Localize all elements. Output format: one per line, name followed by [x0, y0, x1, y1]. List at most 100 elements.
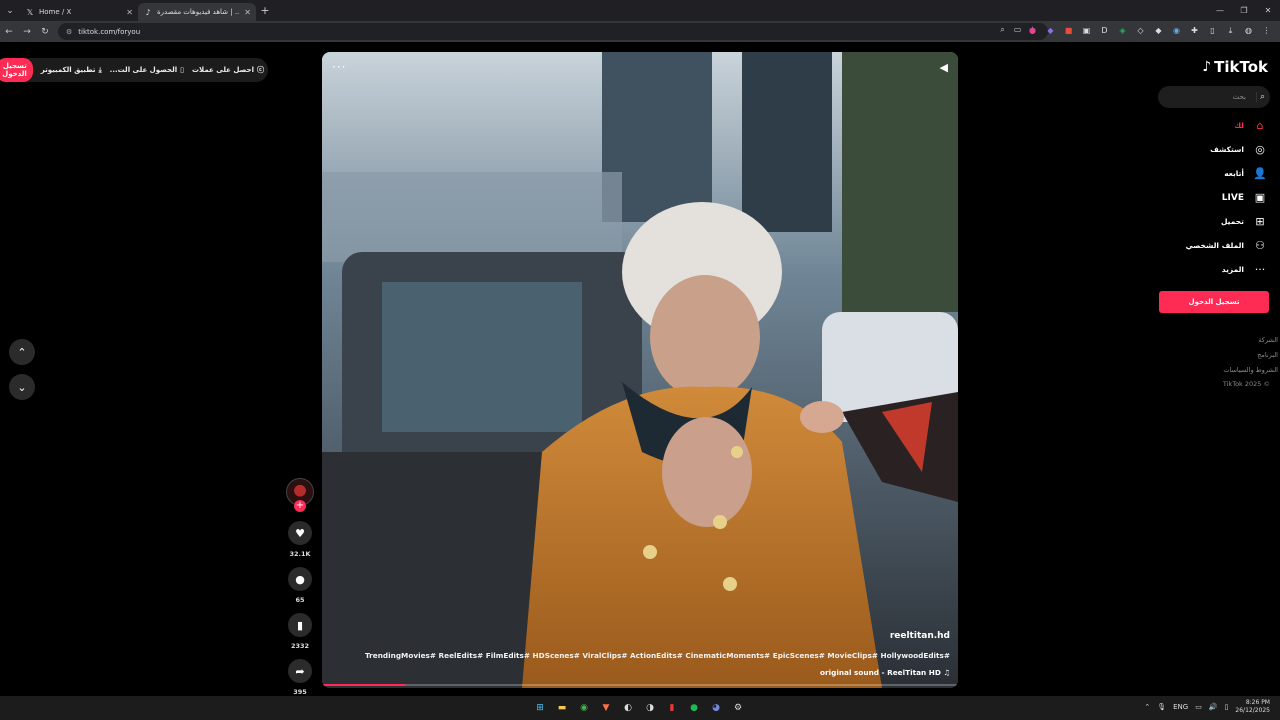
- desktop-app-label: تطبيق الكمبيوتر: [40, 66, 96, 74]
- site-info-icon[interactable]: ⚙: [66, 28, 72, 36]
- extension-icon[interactable]: ◈: [1115, 23, 1130, 38]
- video-more-icon[interactable]: ···: [332, 60, 346, 74]
- desktop-app-link[interactable]: ⤓ تطبيق الكمبيوتر: [41, 66, 102, 75]
- new-tab-button[interactable]: +: [256, 4, 274, 17]
- volume-tray-icon[interactable]: 🔊: [1209, 703, 1218, 711]
- video-sound[interactable]: original sound - ReelTitan HD ♫: [820, 668, 950, 677]
- settings-icon[interactable]: ⚙: [730, 700, 746, 716]
- brave-icon[interactable]: ▼: [598, 700, 614, 716]
- extension-icon[interactable]: ◉: [1169, 23, 1184, 38]
- extension-icon[interactable]: ◆: [1151, 23, 1166, 38]
- sidebar-item-label: LIVE: [1221, 192, 1244, 203]
- get-pc-app-link[interactable]: ▯ الحصول على الت...: [110, 66, 184, 74]
- live-icon: ▣: [1254, 191, 1266, 204]
- profile-avatar-icon[interactable]: ◍: [1241, 23, 1256, 38]
- sidebar-item-more[interactable]: ··· المزيد: [1222, 263, 1268, 276]
- extension-icon[interactable]: D: [1097, 23, 1112, 38]
- sidebar-item-label: المزيد: [1221, 265, 1244, 274]
- forward-icon[interactable]: →: [18, 27, 36, 37]
- spotify-icon[interactable]: ●: [686, 700, 702, 716]
- profile-icon: ⚇: [1255, 239, 1265, 252]
- get-pc-label: الحصول على الت...: [109, 66, 178, 74]
- home-icon: ⌂: [1256, 119, 1264, 132]
- close-icon[interactable]: ✕: [126, 8, 133, 17]
- video-hashtags[interactable]: TrendingMovies# ReelEdits# FilmEdits# HD…: [365, 651, 950, 660]
- maximize-icon[interactable]: ❐: [1232, 0, 1256, 21]
- video-actions: + ♥ 32.1K ● 65 ▮ 2332 ➦ 395: [285, 478, 315, 696]
- video-progress-bar[interactable]: [322, 684, 958, 686]
- extension-icon[interactable]: ◆: [1043, 23, 1058, 38]
- windows-start-icon[interactable]: ⊞: [532, 700, 548, 716]
- tiktok-logo[interactable]: ♪ TikTok: [1202, 58, 1268, 76]
- sidebar-item-upload[interactable]: ⊞ تحميل: [1221, 215, 1268, 228]
- like-count: 32.1K: [289, 550, 311, 558]
- zoom-icon[interactable]: ⌕: [995, 25, 1010, 35]
- sidebar-item-label: لك: [1234, 121, 1244, 130]
- clock-date: 26/12/2025: [1235, 707, 1270, 714]
- app-icon[interactable]: ◐: [620, 700, 636, 716]
- discord-icon[interactable]: ◕: [708, 700, 724, 716]
- extension-icon[interactable]: ◇: [1133, 23, 1148, 38]
- search-input[interactable]: بحث ⌕: [1158, 86, 1270, 108]
- heart-icon[interactable]: ♥: [288, 521, 312, 545]
- chrome-icon[interactable]: ◉: [576, 700, 592, 716]
- sidebar-item-live[interactable]: ▣ LIVE: [1222, 191, 1268, 204]
- close-icon[interactable]: ✕: [244, 8, 251, 17]
- search-placeholder: بحث: [1232, 93, 1246, 101]
- save-action: ▮ 2332: [285, 613, 315, 650]
- tab-tiktok[interactable]: ♪ شاهد فيديوهات مقصدرة | ... ✕: [138, 3, 256, 21]
- url-bar[interactable]: ⚙ tiktok.com/foryou ⌕ ▭ ☆: [58, 23, 1048, 40]
- tray-chevron-icon[interactable]: ⌃: [1144, 703, 1150, 711]
- tab-x-home[interactable]: 𝕏 Home / X ✕: [20, 3, 138, 21]
- sidebar-item-explore[interactable]: ◎ استكشف: [1210, 143, 1268, 156]
- language-indicator[interactable]: ENG: [1173, 703, 1188, 711]
- music-note-icon: ♫: [943, 668, 950, 677]
- volume-icon[interactable]: ◀: [940, 61, 948, 74]
- share-action: ➦ 395: [285, 659, 315, 696]
- network-icon[interactable]: ▭: [1195, 703, 1202, 711]
- app-icon[interactable]: ▮: [664, 700, 680, 716]
- next-video-button[interactable]: ⌄: [9, 374, 35, 400]
- share-icon[interactable]: ➦: [288, 659, 312, 683]
- minimize-icon[interactable]: —: [1208, 0, 1232, 21]
- login-button-sidebar[interactable]: تسجيل الدخول: [1159, 291, 1269, 313]
- bookmark-icon[interactable]: ▮: [288, 613, 312, 637]
- clock[interactable]: 8:26 PM 26/12/2025: [1235, 699, 1270, 715]
- microphone-icon[interactable]: 🎙: [1157, 703, 1166, 711]
- previous-video-button[interactable]: ⌃: [9, 339, 35, 365]
- download-icon[interactable]: ⤓: [1223, 23, 1238, 38]
- sidepanel-icon[interactable]: ▯: [1205, 23, 1220, 38]
- cast-icon[interactable]: ▭: [1010, 25, 1025, 35]
- footer-link-terms[interactable]: الشروط والسياسات: [1223, 366, 1278, 374]
- app-icon[interactable]: ◑: [642, 700, 658, 716]
- video-author[interactable]: reeltitan.hd: [890, 631, 950, 641]
- extensions-row: ● ◆ ■ ▣ D ◈ ◇ ◆ ◉ ✚ ▯ ⤓ ◍ ⋮: [1025, 23, 1274, 38]
- sidebar-item-following[interactable]: 👤 أتابعه: [1224, 167, 1268, 180]
- top-actions-bar: ⓒ احصل على عملات ▯ الحصول على الت... ⤓ ت…: [0, 58, 268, 82]
- battery-icon[interactable]: ▯: [1225, 703, 1229, 711]
- os-taskbar: ⊞ ▬ ◉ ▼ ◐ ◑ ▮ ● ◕ ⚙ ⌃ 🎙 ENG ▭ 🔊 ▯ 8:26 P…: [0, 696, 1280, 720]
- close-window-icon[interactable]: ✕: [1256, 0, 1280, 21]
- extension-icon[interactable]: ●: [1025, 23, 1040, 38]
- follow-plus-icon[interactable]: +: [294, 500, 306, 512]
- search-icon[interactable]: ⌕: [1255, 92, 1265, 102]
- puzzle-icon[interactable]: ✚: [1187, 23, 1202, 38]
- video-player[interactable]: ··· ◀ reeltitan.hd TrendingMovies# ReelE…: [322, 52, 958, 688]
- extension-icon[interactable]: ▣: [1079, 23, 1094, 38]
- video-progress-fill: [322, 684, 405, 686]
- get-coins-link[interactable]: ⓒ احصل على عملات: [192, 65, 264, 75]
- comment-icon[interactable]: ●: [288, 567, 312, 591]
- reload-icon[interactable]: ↻: [36, 27, 54, 37]
- extension-icon[interactable]: ■: [1061, 23, 1076, 38]
- tab-search-icon[interactable]: ⌄: [0, 0, 20, 21]
- sidebar-item-profile[interactable]: ⚇ الملف الشخصي: [1186, 239, 1268, 252]
- sidebar-item-for-you[interactable]: ⌂ لك: [1234, 119, 1268, 132]
- login-button-top[interactable]: تسجيل الدخول: [0, 58, 33, 82]
- footer-link-program[interactable]: البرنامج: [1257, 351, 1278, 359]
- back-icon[interactable]: ←: [0, 27, 18, 37]
- menu-kebab-icon[interactable]: ⋮: [1259, 23, 1274, 38]
- like-action: ♥ 32.1K: [285, 521, 315, 558]
- footer-link-company[interactable]: الشركة: [1258, 336, 1278, 344]
- sound-label: original sound - ReelTitan HD: [820, 668, 941, 677]
- file-explorer-icon[interactable]: ▬: [554, 700, 570, 716]
